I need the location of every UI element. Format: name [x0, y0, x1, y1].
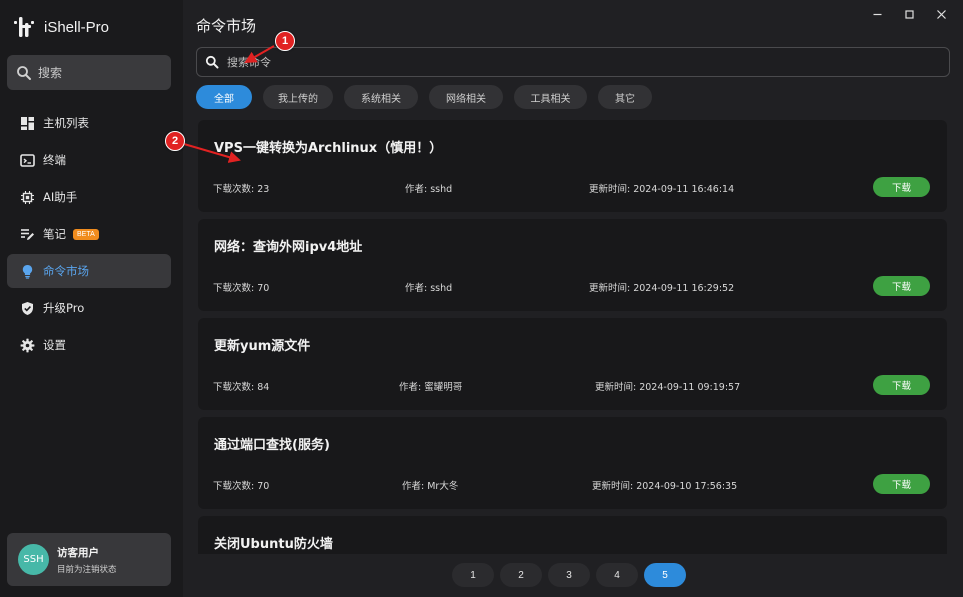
sidebar-item-settings[interactable]: 设置: [7, 328, 171, 362]
tab-all[interactable]: 全部: [196, 85, 252, 109]
page-title: 命令市场: [196, 17, 257, 35]
bulb-icon: [22, 264, 33, 279]
page-button-5[interactable]: 5: [644, 563, 686, 587]
page-button-1[interactable]: 1: [452, 563, 494, 587]
tab-other[interactable]: 其它: [598, 85, 652, 109]
annotation-marker-1: 1: [275, 31, 295, 51]
download-button[interactable]: 下载: [873, 474, 930, 494]
sidebar-item-label: 终端: [43, 153, 66, 167]
sidebar-search-label: 搜索: [38, 66, 63, 80]
search-input[interactable]: [227, 55, 907, 69]
command-title: 网络：查询外网ipv4地址: [214, 240, 363, 255]
tab-system[interactable]: 系统相关: [344, 85, 418, 109]
app-name: iShell-Pro: [44, 18, 110, 36]
updated-time: 更新时间: 2024-09-10 17:56:35: [592, 481, 738, 492]
command-search[interactable]: [196, 47, 950, 77]
sidebar-nav: 主机列表 终端 AI助手 笔记 BETA 命令市场 升级Pro 设置: [7, 106, 171, 365]
page-button-3[interactable]: 3: [548, 563, 590, 587]
download-button[interactable]: 下载: [873, 276, 930, 296]
annotation-marker-2: 2: [165, 131, 185, 151]
updated-time: 更新时间: 2024-09-11 16:46:14: [589, 184, 735, 195]
dashboard-icon: [21, 116, 34, 130]
command-card[interactable]: VPS一键转换为Archlinux（慎用！） 下载次数: 23 作者: sshd…: [198, 120, 947, 212]
window-controls: [861, 4, 957, 24]
download-count: 下载次数: 70: [213, 481, 270, 492]
terminal-icon: [20, 153, 35, 167]
main-panel: 命令市场 全部 我上传的 系统相关 网络相关 工具相关 其它 VPS一键转换为A…: [183, 0, 963, 597]
download-count: 下载次数: 23: [213, 184, 270, 195]
user-panel[interactable]: SSH 访客用户 目前为注销状态: [7, 533, 171, 586]
command-title: 通过端口查找(服务): [214, 438, 330, 453]
tab-tools[interactable]: 工具相关: [514, 85, 587, 109]
sidebar-item-label: 命令市场: [43, 264, 89, 278]
sidebar-item-notes[interactable]: 笔记 BETA: [7, 217, 171, 251]
page-button-4[interactable]: 4: [596, 563, 638, 587]
page-button-2[interactable]: 2: [500, 563, 542, 587]
tab-my-uploads[interactable]: 我上传的: [263, 85, 333, 109]
note-icon: [21, 228, 34, 240]
command-card[interactable]: 网络：查询外网ipv4地址 下载次数: 70 作者: sshd 更新时间: 20…: [198, 219, 947, 311]
logo-icon: [14, 17, 34, 37]
maximize-button[interactable]: [893, 4, 925, 24]
sidebar-item-host-list[interactable]: 主机列表: [7, 106, 171, 140]
close-button[interactable]: [925, 4, 957, 24]
sidebar-item-label: 设置: [43, 338, 66, 352]
download-count: 下载次数: 70: [213, 283, 270, 294]
user-status: 目前为注销状态: [57, 564, 117, 575]
minimize-button[interactable]: [861, 4, 893, 24]
command-card[interactable]: 更新yum源文件 下载次数: 84 作者: 蜜罐明哥 更新时间: 2024-09…: [198, 318, 947, 410]
shield-icon: [22, 301, 33, 315]
search-icon: [17, 65, 31, 80]
command-title: 更新yum源文件: [214, 339, 311, 354]
tab-network[interactable]: 网络相关: [429, 85, 503, 109]
sidebar-item-terminal[interactable]: 终端: [7, 143, 171, 177]
gear-icon: [20, 338, 35, 352]
author: 作者: 蜜罐明哥: [399, 382, 463, 393]
command-title: 关闭Ubuntu防火墙: [214, 537, 333, 552]
download-count: 下载次数: 84: [213, 382, 270, 393]
download-button[interactable]: 下载: [873, 375, 930, 395]
search-icon: [205, 55, 219, 69]
author: 作者: Mr大冬: [402, 481, 459, 492]
maximize-icon: [904, 9, 914, 19]
updated-time: 更新时间: 2024-09-11 09:19:57: [595, 382, 741, 393]
sidebar-item-label: 升级Pro: [43, 301, 85, 315]
command-card[interactable]: 关闭Ubuntu防火墙: [198, 516, 947, 554]
sidebar: iShell-Pro 搜索 主机列表 终端 AI助手 笔记 BETA 命令市场 …: [0, 0, 183, 597]
sidebar-item-label: 笔记: [43, 227, 66, 241]
command-list: VPS一键转换为Archlinux（慎用！） 下载次数: 23 作者: sshd…: [198, 120, 947, 554]
user-name: 访客用户: [57, 546, 99, 559]
minimize-icon: [873, 13, 881, 15]
command-title: VPS一键转换为Archlinux（慎用！）: [214, 141, 443, 156]
sidebar-item-label: AI助手: [43, 190, 78, 204]
chip-icon: [21, 190, 34, 204]
author: 作者: sshd: [405, 184, 453, 195]
sidebar-item-ai-assistant[interactable]: AI助手: [7, 180, 171, 214]
app-logo: iShell-Pro: [12, 15, 109, 39]
command-card[interactable]: 通过端口查找(服务) 下载次数: 70 作者: Mr大冬 更新时间: 2024-…: [198, 417, 947, 509]
download-button[interactable]: 下载: [873, 177, 930, 197]
sidebar-search[interactable]: 搜索: [7, 55, 171, 90]
beta-badge: BETA: [73, 228, 99, 240]
pagination: 1 2 3 4 5: [452, 563, 692, 587]
sidebar-item-upgrade-pro[interactable]: 升级Pro: [7, 291, 171, 325]
avatar: SSH: [18, 544, 49, 575]
author: 作者: sshd: [405, 283, 453, 294]
updated-time: 更新时间: 2024-09-11 16:29:52: [589, 283, 735, 294]
sidebar-item-command-market[interactable]: 命令市场: [7, 254, 171, 288]
category-tabs: 全部 我上传的 系统相关 网络相关 工具相关 其它: [196, 85, 663, 109]
sidebar-item-label: 主机列表: [43, 116, 89, 130]
close-icon: [936, 9, 946, 19]
